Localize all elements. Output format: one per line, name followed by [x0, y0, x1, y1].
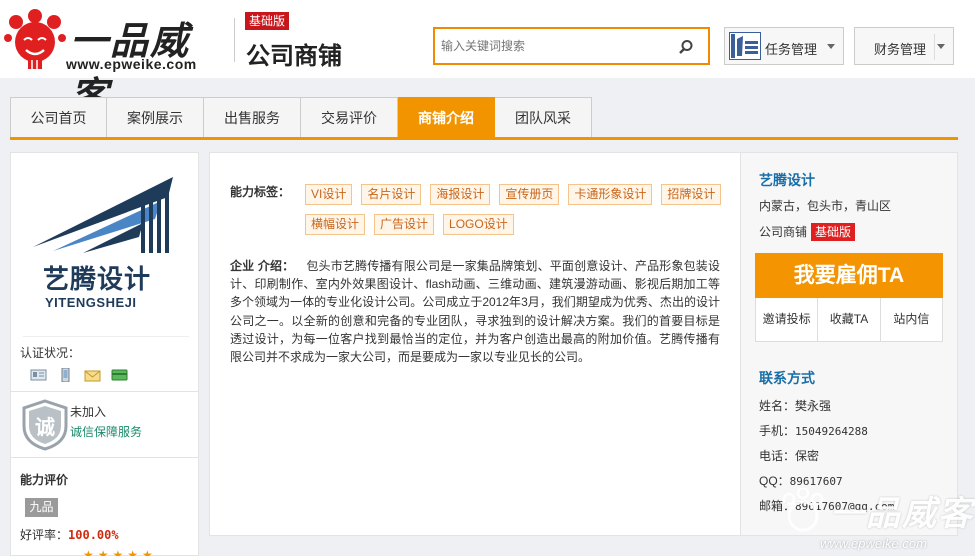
email-icon[interactable] [84, 368, 101, 382]
contact-value: 15049264288 [795, 425, 868, 438]
search-box [433, 27, 710, 65]
positive-rate-label: 好评率： [20, 528, 69, 542]
skill-tag[interactable]: 海报设计 [430, 184, 491, 205]
top-header: 一品威客 www.epweike.com 基础版 公司商铺 任务管理 财务管理 [0, 0, 975, 118]
mobile-phone-icon[interactable] [57, 368, 74, 382]
company-mini-logo-icon [731, 34, 758, 58]
skill-tag[interactable]: LOGO设计 [443, 214, 514, 235]
hire-button[interactable]: 我要雇佣TA [755, 253, 943, 298]
shop-actions: 邀请投标 收藏TA 站内信 [755, 298, 943, 342]
contact-mobile: 手机：15049264288 [759, 422, 868, 439]
search-icon[interactable] [678, 39, 694, 55]
divider [11, 457, 198, 458]
company-logo[interactable]: 艺腾设计 YITENGSHEJI [23, 167, 189, 337]
shop-type-badge: 基础版 [811, 223, 856, 241]
intro-label: 企业 介绍： [230, 259, 295, 273]
contact-value: 保密 [795, 449, 820, 463]
divider [11, 391, 198, 392]
skill-tag[interactable]: 宣传册页 [499, 184, 560, 205]
trust-shield-icon: 诚 [22, 399, 68, 451]
shield-char: 诚 [35, 415, 55, 439]
nav-underline [10, 137, 958, 140]
skill-tag[interactable]: VI设计 [305, 184, 353, 205]
trust-service-link[interactable]: 诚信保障服务 [70, 423, 142, 440]
tab-reviews[interactable]: 交易评价 [301, 97, 398, 140]
ability-rating-title: 能力评价 [20, 473, 69, 487]
contact-name: 姓名：樊永强 [759, 397, 831, 414]
trust-status: 未加入 [70, 405, 107, 419]
shop-type-label: 公司商铺 [759, 225, 808, 239]
intro-text: 包头市艺腾传播有限公司是一家集品牌策划、平面创意设计、产品形象包装设计、印刷制作… [230, 259, 720, 365]
watermark-text: 一品威客 [830, 494, 974, 534]
company-logo-graphic-icon [33, 177, 173, 253]
chevron-down-icon [827, 44, 835, 49]
watermark-url: www.epweike.com [820, 536, 927, 551]
shop-info-panel: 艺腾设计 内蒙古，包头市，青山区 公司商铺 基础版 我要雇佣TA 邀请投标 收藏T… [741, 152, 958, 536]
task-management-label: 任务管理 [765, 42, 818, 57]
cert-status-label: 认证状况： [20, 346, 81, 360]
site-logo[interactable]: 一品威客 www.epweike.com [4, 6, 216, 118]
contact-value: 樊永强 [795, 399, 832, 413]
tab-home[interactable]: 公司首页 [10, 97, 107, 140]
contact-phone: 电话：保密 [759, 447, 819, 464]
left-sidebar: 艺腾设计 YITENGSHEJI 认证状况： 诚 未加入 诚信保障服务 能力评价… [10, 152, 199, 556]
dropdown-divider [934, 34, 935, 60]
cert-icons [30, 368, 128, 382]
bank-card-icon[interactable] [111, 368, 128, 382]
company-brand-pinyin: YITENGSHEJI [45, 295, 137, 310]
header-divider [234, 18, 235, 62]
contact-label: 姓名： [759, 399, 796, 413]
finance-management-label: 财务管理 [874, 42, 927, 57]
logo-url: www.epweike.com [66, 56, 197, 72]
shop-nav: 公司首页 案例展示 出售服务 交易评价 商铺介绍 团队风采 [10, 97, 592, 140]
skill-tag[interactable]: 广告设计 [374, 214, 435, 235]
skill-tag[interactable]: 名片设计 [361, 184, 422, 205]
id-card-icon[interactable] [30, 368, 47, 382]
contact-label: 电话： [759, 449, 796, 463]
tab-team[interactable]: 团队风采 [495, 97, 592, 140]
tab-shop-intro[interactable]: 商铺介绍 [398, 97, 495, 140]
finance-management-menu[interactable]: 财务管理 [854, 27, 954, 65]
skill-tag[interactable]: 招牌设计 [661, 184, 722, 205]
invite-bid-button[interactable]: 邀请投标 [756, 298, 817, 341]
paw-logo-icon [4, 9, 66, 69]
shop-type: 公司商铺 基础版 [759, 223, 856, 241]
company-intro: 企业 介绍： 包头市艺腾传播有限公司是一家集品牌策划、平面创意设计、产品形象包装设… [230, 257, 720, 366]
tab-cases[interactable]: 案例展示 [107, 97, 204, 140]
message-button[interactable]: 站内信 [879, 298, 942, 341]
search-input[interactable] [441, 37, 671, 55]
site-watermark: 一品威客 www.epweike.com [780, 480, 975, 556]
chevron-down-icon [937, 44, 945, 49]
positive-rate-value: 100.00% [68, 528, 119, 542]
company-mini-logo [729, 32, 761, 60]
edition-badge: 基础版 [245, 12, 290, 30]
paw-watermark-icon [782, 488, 824, 532]
favorite-button[interactable]: 收藏TA [817, 298, 879, 341]
skill-tags: VI设计 名片设计 海报设计 宣传册页 卡通形象设计 招牌设计 横幅设计 广告设… [305, 184, 735, 235]
shop-location: 内蒙古，包头市，青山区 [759, 199, 892, 213]
shop-name[interactable]: 艺腾设计 [759, 170, 815, 190]
level-badge: 九品 [25, 498, 58, 517]
task-management-menu[interactable]: 任务管理 [724, 27, 844, 65]
skill-tag[interactable]: 横幅设计 [305, 214, 366, 235]
shop-intro-panel: 能力标签： VI设计 名片设计 海报设计 宣传册页 卡通形象设计 招牌设计 横幅… [209, 152, 741, 536]
contact-title: 联系方式 [759, 370, 815, 386]
skill-tag[interactable]: 卡通形象设计 [568, 184, 653, 205]
contact-label: 手机： [759, 424, 796, 438]
company-brand-name: 艺腾设计 [43, 265, 152, 295]
shop-title: 公司商铺 [246, 43, 342, 70]
positive-rate: 好评率：100.00% [20, 526, 119, 543]
tab-services[interactable]: 出售服务 [204, 97, 301, 140]
rating-stars: ★★★★★ [83, 548, 157, 556]
tags-label: 能力标签： [230, 185, 291, 199]
